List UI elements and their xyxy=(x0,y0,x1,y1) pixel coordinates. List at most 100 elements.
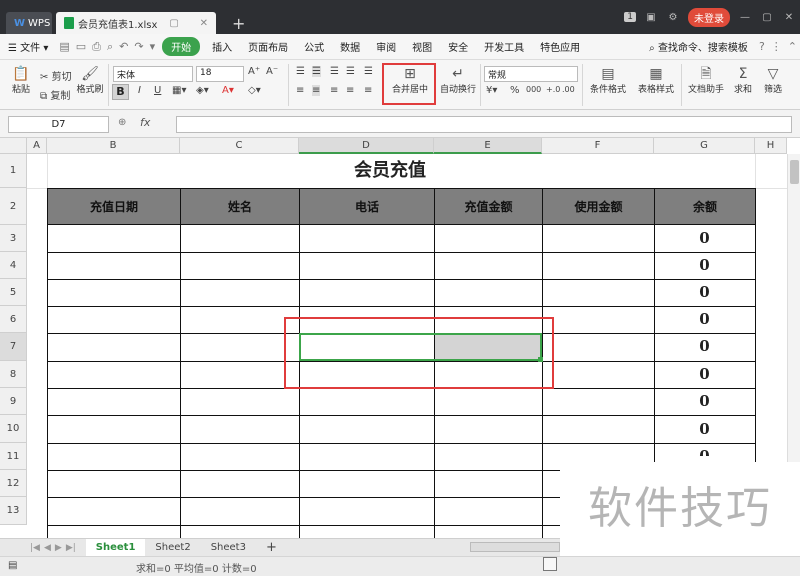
balance-cell[interactable]: 0 xyxy=(654,447,755,456)
row-header[interactable]: 12 xyxy=(0,470,27,497)
column-header[interactable]: G xyxy=(654,138,755,154)
prev-sheet-icon[interactable]: ◀ xyxy=(42,543,53,553)
menu-tab-formula[interactable]: 公式 xyxy=(296,39,332,54)
tab-wps-home[interactable]: W WPS xyxy=(6,12,52,34)
font-name-select[interactable]: 宋体 xyxy=(113,66,193,82)
table-header-cell[interactable]: 电话 xyxy=(299,188,435,225)
row-header[interactable]: 4 xyxy=(0,252,27,279)
row-header[interactable]: 8 xyxy=(0,361,27,388)
menu-tab-security[interactable]: 安全 xyxy=(440,39,476,54)
login-button[interactable]: 未登录 xyxy=(688,7,730,27)
tab-document[interactable]: 会员充值表1.xlsx ▢ ✕ xyxy=(56,12,216,34)
balance-cell[interactable]: 0 xyxy=(654,337,755,355)
align-center-icon[interactable]: ≡ xyxy=(312,85,321,96)
thousands-icon[interactable]: 000 xyxy=(526,85,541,94)
bold-button[interactable]: B xyxy=(112,84,129,100)
formula-input[interactable] xyxy=(176,116,792,133)
collapse-ribbon-icon[interactable]: ⌃ xyxy=(785,40,800,53)
justify-icon[interactable]: ≡ xyxy=(346,85,354,96)
paste-button[interactable]: 📋 粘贴 xyxy=(6,66,36,95)
column-header[interactable]: A xyxy=(27,138,47,154)
last-sheet-icon[interactable]: ▶| xyxy=(64,543,78,553)
italic-button[interactable]: I xyxy=(138,85,141,96)
tab-close-icon[interactable]: ✕ xyxy=(200,18,208,29)
outdent-icon[interactable]: ☰ xyxy=(364,66,373,77)
table-header-cell[interactable]: 充值日期 xyxy=(47,188,181,225)
row-header[interactable]: 1 xyxy=(0,154,27,188)
new-tab-button[interactable]: + xyxy=(232,14,245,33)
help-icon[interactable]: ? xyxy=(756,40,768,53)
menu-tab-view[interactable]: 视图 xyxy=(404,39,440,54)
more-icon[interactable]: ▾ xyxy=(147,40,159,53)
font-size-select[interactable]: 18 xyxy=(196,66,244,82)
fill-color-icon[interactable]: ◈▾ xyxy=(196,85,209,96)
align-bottom-icon[interactable]: ☰ xyxy=(330,66,339,77)
format-painter-button[interactable]: 🖌 格式刷 xyxy=(76,66,104,95)
increase-decimal-icon[interactable]: +.0 xyxy=(546,85,560,94)
table-header-cell[interactable]: 余额 xyxy=(654,188,756,225)
command-search[interactable]: ⌕ 查找命令、搜索模板 xyxy=(641,39,756,54)
close-window-icon[interactable]: ✕ xyxy=(778,12,800,23)
undo-icon[interactable]: ↶ xyxy=(116,40,131,53)
align-right-icon[interactable]: ≡ xyxy=(330,85,338,96)
menu-tab-page-layout[interactable]: 页面布局 xyxy=(240,39,296,54)
horizontal-scrollbar[interactable] xyxy=(470,542,560,552)
save-icon[interactable]: ▭ xyxy=(73,40,89,53)
name-box[interactable]: D7 xyxy=(8,116,109,133)
minimize-icon[interactable]: — xyxy=(734,12,756,23)
balance-cell[interactable]: 0 xyxy=(654,283,755,301)
column-header[interactable]: H xyxy=(755,138,787,154)
column-header[interactable]: D xyxy=(299,138,434,154)
tab-pin-icon[interactable]: ▢ xyxy=(169,18,178,29)
filter-button[interactable]: ▽ 筛选 xyxy=(760,66,786,95)
select-all-corner[interactable] xyxy=(0,138,27,154)
fx-icon[interactable]: fx xyxy=(140,116,150,129)
print-icon[interactable]: ⎙ xyxy=(89,40,104,54)
doc-assistant-button[interactable]: 🗎 文档助手 xyxy=(686,66,726,95)
clear-format-icon[interactable]: ◇▾ xyxy=(248,85,261,96)
column-header[interactable]: C xyxy=(180,138,299,154)
menu-tab-review[interactable]: 审阅 xyxy=(368,39,404,54)
sheet-tab-3[interactable]: Sheet3 xyxy=(201,542,256,553)
balance-cell[interactable]: 0 xyxy=(654,256,755,274)
wrap-text-button[interactable]: ↵ 自动换行 xyxy=(438,66,478,95)
column-header[interactable]: F xyxy=(542,138,654,154)
align-middle-icon[interactable]: ☰ xyxy=(312,66,321,77)
border-icon[interactable]: ▦▾ xyxy=(172,85,186,96)
menu-tab-data[interactable]: 数据 xyxy=(332,39,368,54)
underline-button[interactable]: U xyxy=(154,85,161,96)
increase-font-icon[interactable]: A⁺ xyxy=(248,66,260,77)
maximize-icon[interactable]: ▢ xyxy=(756,12,778,23)
zoom-icon[interactable]: ⊕ xyxy=(118,117,126,128)
column-header[interactable]: E xyxy=(434,138,542,154)
column-header[interactable]: B xyxy=(47,138,180,154)
status-icon[interactable]: ▤ xyxy=(8,560,17,571)
scrollbar-thumb[interactable] xyxy=(790,160,799,184)
decrease-decimal-icon[interactable]: .00 xyxy=(562,85,575,94)
more-options-icon[interactable]: ⋮ xyxy=(768,40,785,53)
menu-file[interactable]: ☰ 文件 ▾ xyxy=(0,39,56,54)
row-header[interactable]: 13 xyxy=(0,497,27,525)
row-header[interactable]: 3 xyxy=(0,225,27,252)
settings-icon[interactable]: ⚙ xyxy=(662,12,684,23)
skin-icon[interactable]: ▣ xyxy=(640,12,662,23)
row-header[interactable]: 9 xyxy=(0,388,27,415)
currency-icon[interactable]: ¥▾ xyxy=(486,85,497,96)
next-sheet-icon[interactable]: ▶ xyxy=(53,543,64,553)
number-format-select[interactable]: 常规 xyxy=(484,66,578,82)
preview-icon[interactable]: ⌕ xyxy=(104,40,116,54)
sheet-title-cell[interactable]: 会员充值 xyxy=(300,154,480,188)
balance-cell[interactable]: 0 xyxy=(654,420,755,438)
decrease-font-icon[interactable]: A⁻ xyxy=(266,66,278,77)
indent-icon[interactable]: ☰ xyxy=(346,66,355,77)
balance-cell[interactable]: 0 xyxy=(654,392,755,410)
conditional-format-button[interactable]: ▤ 条件格式 xyxy=(586,66,630,95)
menu-tab-insert[interactable]: 插入 xyxy=(204,39,240,54)
balance-cell[interactable]: 0 xyxy=(654,365,755,383)
menu-tab-start[interactable]: 开始 xyxy=(162,37,201,56)
balance-cell[interactable]: 0 xyxy=(654,229,755,247)
sheet-tab-2[interactable]: Sheet2 xyxy=(145,542,200,553)
sheet-tab-1[interactable]: Sheet1 xyxy=(85,538,146,557)
normal-view-icon[interactable] xyxy=(543,557,557,571)
menu-tab-features[interactable]: 特色应用 xyxy=(532,39,588,54)
